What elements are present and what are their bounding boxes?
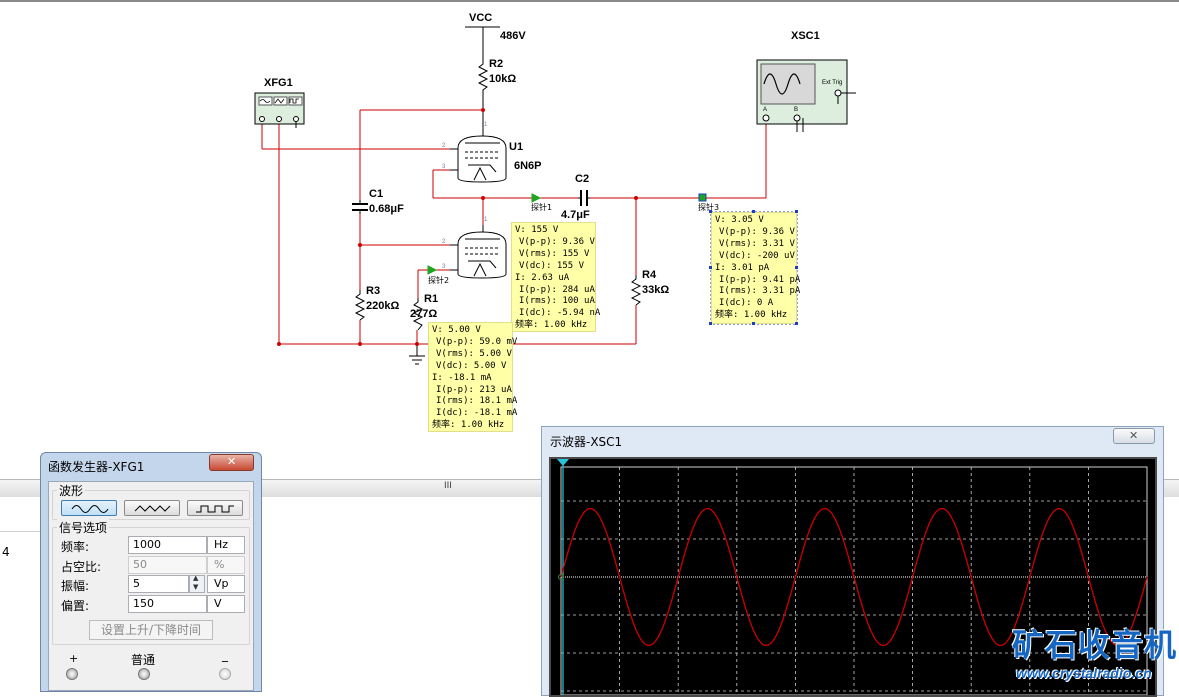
square-wave-button[interactable]	[187, 500, 243, 516]
probe1-arrow	[531, 193, 542, 203]
spin-up-icon[interactable]: ▲	[193, 574, 198, 582]
pin-number: 2	[442, 239, 446, 245]
channel-b-label: B	[794, 107, 799, 113]
rise-fall-time-button[interactable]: 设置上升/下降时间	[89, 620, 213, 640]
osc-window-title: 示波器-XSC1	[550, 435, 623, 449]
offset-input[interactable]: 150	[128, 595, 207, 613]
waveform-group-title: 波形	[57, 482, 86, 499]
pin-number: 1	[484, 217, 488, 223]
offset-label: 偏置:	[61, 599, 90, 613]
r2-value: 10kΩ	[489, 73, 517, 85]
u1-name: U1	[509, 141, 524, 153]
xsc1-label: XSC1	[791, 30, 820, 42]
cursor-marker-icon	[557, 459, 569, 466]
terminal-minus-label: _	[222, 648, 228, 662]
probe2-readout[interactable]: V: 5.00 V V(p-p): 59.0 mV V(rms): 5.00 V…	[428, 322, 517, 432]
fg-window-title: 函数发生器-XFG1	[48, 460, 145, 474]
probe3-readout[interactable]: V: 3.05 V V(p-p): 9.36 V V(rms): 3.31 V …	[711, 212, 800, 324]
duty-cycle-unit[interactable]: %	[207, 556, 245, 574]
fg-panel: 波形 信号选项 频率: 1000 Hz 占空比: 50 % 振幅: 5 ▲ ▼ …	[48, 481, 254, 691]
signal-options-title: 信号选项	[57, 519, 110, 536]
sine-wave-button[interactable]	[61, 500, 117, 516]
selection-handle[interactable]	[795, 210, 798, 213]
offset-unit[interactable]: V	[207, 595, 245, 613]
tube-u1-upper	[450, 132, 507, 183]
spreadsheet-row-line	[0, 531, 40, 532]
tube-u1-lower	[450, 225, 507, 279]
c1-value: 0.68μF	[369, 203, 404, 215]
c2-value: 4.7μF	[561, 209, 590, 221]
selection-handle[interactable]	[795, 322, 798, 325]
amplitude-input[interactable]: 5	[128, 575, 189, 593]
amplitude-label: 振幅:	[61, 579, 90, 593]
pin-number: 2	[442, 143, 446, 149]
terminal-minus-icon[interactable]	[219, 668, 231, 680]
r2-name: R2	[489, 58, 504, 70]
terminal-common-icon[interactable]	[138, 668, 150, 680]
amplitude-spinner[interactable]: ▲ ▼	[189, 574, 205, 593]
r3-value: 220kΩ	[366, 300, 400, 312]
fg-close-button[interactable]: ✕	[209, 454, 254, 471]
close-icon: ✕	[1129, 429, 1139, 442]
pin-number: 1	[484, 122, 488, 128]
r3-name: R3	[366, 285, 381, 297]
xsc1-symbol	[756, 59, 856, 132]
xfg1-label: XFG1	[264, 77, 293, 89]
c2-name: C2	[575, 173, 590, 185]
square-wave-icon	[196, 505, 234, 513]
probe1-label: 探针1	[531, 203, 553, 212]
terminal-common-label: 普通	[131, 653, 156, 667]
xfg1-symbol	[254, 92, 305, 128]
function-generator-window[interactable]: 函数发生器-XFG1 ✕ 波形 信号选项 频率: 1000 Hz 占空比: 50…	[40, 452, 262, 692]
close-icon: ✕	[227, 455, 237, 468]
spin-down-icon[interactable]: ▼	[193, 583, 198, 591]
u1-type: 6N6P	[514, 160, 542, 172]
watermark-logo-text: 矿石收音机	[1012, 626, 1178, 664]
c1-name: C1	[369, 188, 384, 200]
ext-trig-label: Ext Trig	[822, 80, 843, 86]
r2-resistor	[477, 58, 489, 96]
frequency-label: 频率:	[61, 540, 90, 554]
selection-handle[interactable]	[752, 210, 755, 213]
probe3-marker	[698, 193, 707, 202]
selection-handle[interactable]	[752, 322, 755, 325]
r4-resistor	[630, 275, 642, 306]
r1-name: R1	[424, 293, 439, 305]
selection-handle[interactable]	[709, 210, 712, 213]
r4-name: R4	[642, 269, 657, 281]
selection-handle[interactable]	[709, 266, 712, 269]
vcc-value: 486V	[500, 30, 526, 42]
watermark-url: www.crystalradio.cn	[1016, 665, 1152, 681]
duty-cycle-label: 占空比:	[61, 560, 102, 574]
probe2-label: 探针2	[428, 276, 450, 285]
vcc-label: VCC	[469, 12, 493, 24]
osc-close-button[interactable]: ✕	[1113, 428, 1155, 444]
terminal-plus-icon[interactable]	[66, 668, 78, 680]
probe2-arrow	[427, 265, 438, 275]
triangle-wave-icon	[134, 505, 171, 512]
pin-number: 3	[442, 264, 446, 270]
r1-value: 277Ω	[410, 308, 438, 320]
frequency-input[interactable]: 1000	[128, 536, 207, 554]
terminal-plus-label: +	[69, 652, 79, 665]
probe1-readout[interactable]: V: 155 V V(p-p): 9.36 V V(rms): 155 V V(…	[511, 222, 600, 332]
selection-handle[interactable]	[709, 322, 712, 325]
triangle-wave-button[interactable]	[124, 500, 180, 516]
amplitude-unit[interactable]: Vp	[207, 575, 245, 593]
selection-handle[interactable]	[795, 266, 798, 269]
duty-cycle-input[interactable]: 50	[128, 556, 207, 574]
r3-resistor	[354, 290, 366, 321]
scroll-grip[interactable]: III	[444, 481, 452, 491]
sine-wave-icon	[71, 505, 109, 513]
r4-value: 33kΩ	[642, 284, 670, 296]
pin-number: 3	[442, 164, 446, 170]
channel-a-label: A	[763, 107, 768, 113]
frequency-unit[interactable]: Hz	[207, 536, 245, 554]
row-number: 4	[2, 545, 10, 559]
